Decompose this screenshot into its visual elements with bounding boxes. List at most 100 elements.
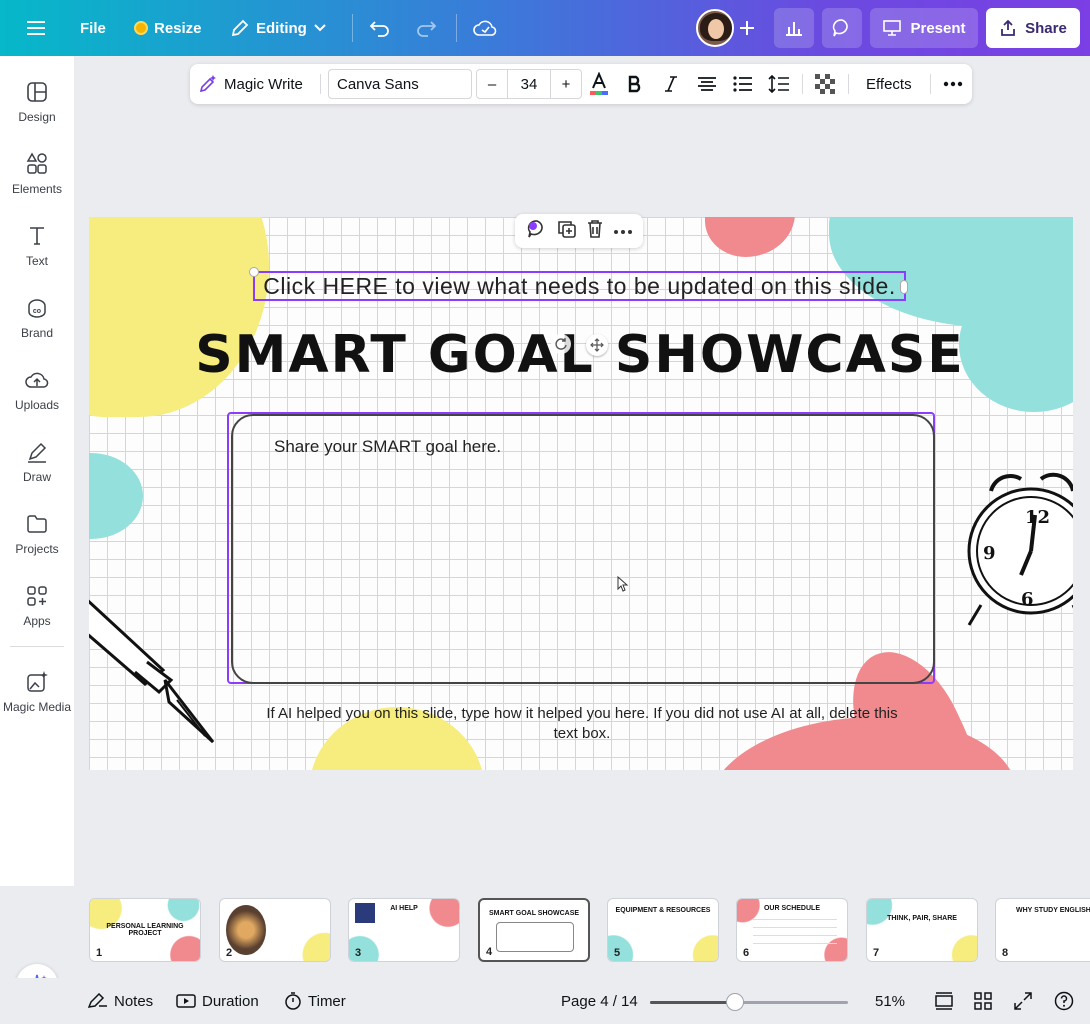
present-button[interactable]: Present (870, 8, 978, 48)
pages-view-icon[interactable] (934, 978, 954, 1024)
zoom-level[interactable]: 51% (875, 978, 905, 1024)
font-size-increase[interactable]: + (551, 76, 581, 93)
svg-text:9: 9 (983, 543, 996, 564)
duration-button[interactable]: Duration (176, 978, 259, 1024)
ai-note-text[interactable]: If AI helped you on this slide, type how… (262, 704, 902, 744)
page-thumbnail-active[interactable]: SMART GOAL SHOWCASE 4 (478, 898, 590, 962)
sidebar-item-elements[interactable]: Elements (0, 152, 74, 216)
left-sidebar: Design Elements Text co Brand Uploads Dr… (0, 56, 74, 1024)
align-center-icon[interactable] (696, 64, 718, 104)
file-menu[interactable]: File (80, 8, 106, 48)
effects-button[interactable]: Effects (866, 64, 912, 104)
bullet-list-icon[interactable] (732, 64, 754, 104)
text-color-icon[interactable] (588, 64, 610, 104)
fullscreen-icon[interactable] (1014, 978, 1032, 1024)
sidebar-item-text[interactable]: Text (0, 224, 74, 288)
zoom-slider-fill (650, 1001, 736, 1004)
font-size-decrease[interactable]: – (477, 76, 507, 93)
notes-icon (88, 993, 107, 1008)
share-button[interactable]: Share (986, 8, 1080, 48)
magic-write-button[interactable]: Magic Write (198, 64, 303, 104)
svg-text:co: co (33, 308, 41, 315)
comment-icon[interactable] (822, 8, 862, 48)
transparency-icon[interactable] (814, 64, 836, 104)
svg-text:6: 6 (1021, 589, 1034, 610)
more-icon[interactable] (613, 222, 633, 240)
slide-title-text: SMART GOAL SHOWCASE (195, 325, 965, 385)
draw-icon (28, 442, 47, 463)
font-family-select[interactable]: Canva Sans (328, 69, 472, 99)
bold-icon[interactable] (624, 64, 646, 104)
slide-title[interactable]: SMART GOAL SHOWCASE (195, 322, 963, 388)
pencil-icon (231, 19, 249, 37)
thumbnail-number: 6 (743, 947, 750, 959)
menu-icon[interactable] (18, 9, 56, 47)
timer-button[interactable]: Timer (284, 978, 346, 1024)
effects-label: Effects (866, 75, 912, 93)
undo-icon[interactable] (361, 9, 399, 47)
page-thumbnail[interactable]: AI HELP 3 (348, 898, 460, 962)
sidebar-item-magic-media[interactable]: Magic Media (0, 670, 74, 734)
element-context-toolbar (515, 214, 643, 248)
more-options-icon[interactable] (942, 64, 964, 104)
sidebar-item-uploads[interactable]: Uploads (0, 368, 74, 432)
divider (320, 74, 321, 94)
move-icon[interactable] (586, 334, 608, 356)
editing-dropdown[interactable]: Editing (230, 8, 327, 48)
ai-comment-icon[interactable] (526, 218, 548, 245)
duplicate-icon[interactable] (557, 219, 577, 244)
decorative-blob (89, 453, 143, 539)
divider (456, 14, 457, 42)
thumbnail-title: WHY STUDY ENGLISH (1016, 907, 1090, 914)
sidebar-item-draw[interactable]: Draw (0, 440, 74, 504)
page-thumbnail[interactable]: PERSONAL LEARNING PROJECT 1 (89, 898, 201, 962)
page-thumbnail[interactable]: OUR SCHEDULE 6 (736, 898, 848, 962)
add-collaborator-icon[interactable] (728, 9, 766, 47)
zoom-slider-handle[interactable] (726, 993, 745, 1011)
sidebar-item-design[interactable]: Design (0, 80, 74, 144)
sidebar-item-projects[interactable]: Projects (0, 512, 74, 576)
thumbnail-title: PERSONAL LEARNING PROJECT (106, 923, 184, 937)
page-thumbnail[interactable]: 2 (219, 898, 331, 962)
redo-icon[interactable] (407, 9, 445, 47)
notes-label: Notes (114, 992, 154, 1010)
thumbnail-bg (220, 899, 330, 961)
delete-icon[interactable] (586, 219, 604, 244)
thumbnail-title: AI HELP (390, 905, 418, 912)
thumbnail-box (496, 922, 574, 952)
help-icon[interactable] (1054, 978, 1074, 1024)
text-toolbar: Magic Write Canva Sans – 34 + Effects (190, 64, 972, 104)
italic-icon[interactable] (660, 64, 682, 104)
page-thumbnail[interactable]: EQUIPMENT & RESOURCES 5 (607, 898, 719, 962)
rotate-icon[interactable] (551, 334, 571, 354)
resize-handle[interactable] (900, 280, 908, 294)
divider (848, 74, 849, 94)
page-thumbnail[interactable]: THINK, PAIR, SHARE 7 (866, 898, 978, 962)
zoom-slider[interactable] (650, 1001, 848, 1004)
line-spacing-icon[interactable] (768, 64, 790, 104)
duration-label: Duration (202, 992, 259, 1010)
cloud-save-icon[interactable] (466, 9, 504, 47)
goal-prompt[interactable]: Share your SMART goal here. (274, 437, 501, 457)
sidebar-item-brand[interactable]: co Brand (0, 296, 74, 360)
apps-icon (27, 586, 47, 606)
sidebar-item-label: Apps (23, 614, 51, 628)
thumbnail-title: THINK, PAIR, SHARE (887, 915, 957, 922)
click-here-text-box[interactable]: Click HERE to view what needs to be upda… (253, 271, 906, 301)
page-thumbnail[interactable]: WHY STUDY ENGLISH 8 (995, 898, 1090, 962)
resize-label: Resize (154, 19, 202, 37)
grid-view-icon[interactable] (974, 978, 992, 1024)
sidebar-item-label: Text (25, 254, 48, 268)
thumbnail-number: 4 (486, 946, 493, 958)
rotate-handle[interactable] (249, 267, 259, 277)
font-size-input[interactable]: 34 (507, 70, 551, 98)
insights-icon[interactable] (774, 8, 814, 48)
sidebar-item-apps[interactable]: Apps (0, 584, 74, 648)
notes-button[interactable]: Notes (88, 978, 153, 1024)
resize-button[interactable]: Resize (134, 8, 202, 48)
uploads-icon (25, 372, 49, 388)
present-label: Present (910, 19, 966, 37)
text-icon (30, 227, 44, 245)
page-indicator[interactable]: Page 4 / 14 (561, 978, 638, 1024)
svg-text:12: 12 (1025, 507, 1050, 528)
